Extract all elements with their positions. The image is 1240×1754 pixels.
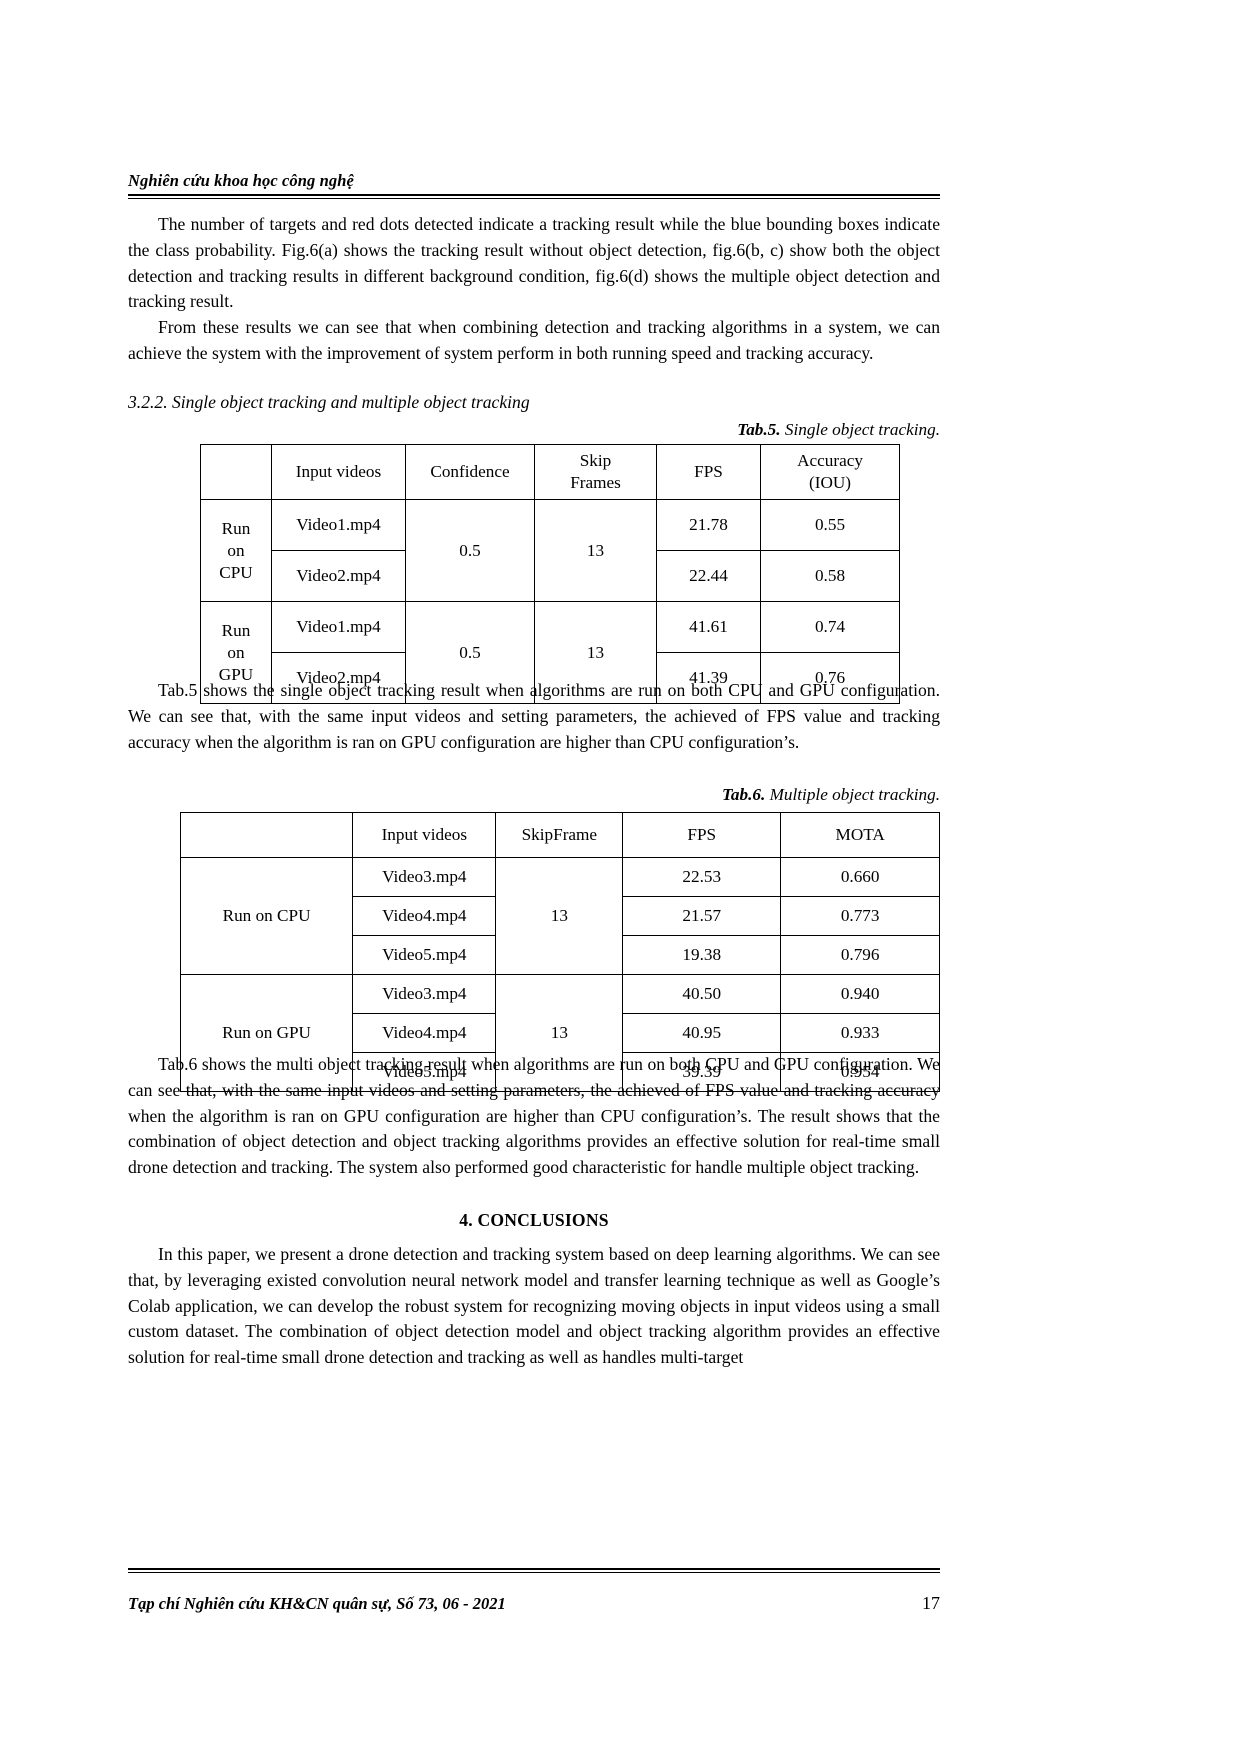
table5-group-cpu-line2: on [227, 540, 245, 560]
table5-caption-text: Single object tracking. [780, 420, 940, 439]
paragraph-3: Tab.5 shows the single object tracking r… [128, 680, 940, 752]
table6-cell-mota: 0.773 [780, 896, 940, 936]
table6-header-row: Input videos SkipFrame FPS MOTA [179, 812, 940, 858]
table6-header-fps: FPS [622, 812, 782, 858]
table5-header-accuracy: Accuracy (IOU) [760, 444, 900, 500]
table5-cell-video: Video1.mp4 [271, 499, 406, 551]
header-rule [128, 193, 940, 199]
running-head-text: Nghiên cứu khoa học công nghệ [128, 171, 354, 190]
table6-cell-skipframe: 13 [495, 857, 624, 975]
footer-page-number: 17 [922, 1593, 940, 1613]
table6-cell-mota: 0.660 [780, 857, 940, 897]
table6-header-skipframe: SkipFrame [495, 812, 624, 858]
table6-cell-mota: 0.796 [780, 935, 940, 975]
footer-rule [128, 1568, 940, 1573]
paragraph-4: Tab.6 shows the multi object tracking re… [128, 1054, 940, 1178]
table5-header-skip-frames: Skip Frames [534, 444, 657, 500]
table6-cell-video: Video3.mp4 [352, 974, 497, 1014]
table6-cell-mota: 0.933 [780, 1013, 940, 1053]
intro-paragraphs: The number of targets and red dots detec… [128, 212, 940, 367]
table5-caption-label: Tab.5. [737, 420, 781, 439]
table6-caption-label: Tab.6. [722, 785, 766, 804]
table5-cell-skip-frames: 13 [534, 499, 657, 602]
table5-cell-accuracy: 0.55 [760, 499, 900, 551]
table5-header-row: Input videos Confidence Skip Frames FPS … [200, 444, 900, 500]
table5-group-cpu-line1: Run [221, 518, 251, 538]
paragraph-1: The number of targets and red dots detec… [128, 214, 940, 312]
paragraph-5-block: In this paper, we present a drone detect… [128, 1242, 940, 1371]
table5-cell-confidence: 0.5 [405, 499, 535, 602]
table-row: Run on GPU Video1.mp4 0.5 13 41.61 0.74 [200, 601, 900, 704]
paragraph-4-block: Tab.6 shows the multi object tracking re… [128, 1052, 940, 1181]
table5-header-skip-line1: Skip [579, 451, 612, 470]
table6-cell-video: Video3.mp4 [352, 857, 497, 897]
table5-group-label-cpu: Run on CPU [200, 499, 272, 602]
table5-cell-accuracy: 0.74 [760, 601, 900, 653]
section-heading-322: 3.2.2. Single object tracking and multip… [128, 392, 530, 412]
table-multiple-object-tracking: Input videos SkipFrame FPS MOTA Run on C… [179, 812, 940, 1092]
table5-group-cpu-line3: CPU [219, 562, 253, 582]
table6-header-mota: MOTA [780, 812, 940, 858]
table6-cell-fps: 22.53 [622, 857, 782, 897]
table6-cell-video: Video4.mp4 [352, 1013, 497, 1053]
table6-cell-video: Video4.mp4 [352, 896, 497, 936]
footer-journal-line: Tạp chí Nghiên cứu KH&CN quân sự, Số 73,… [128, 1594, 506, 1613]
table5-header-corner [200, 444, 272, 500]
table5-group-gpu-line1: Run [221, 620, 251, 640]
table5-header-acc-line1: Accuracy [797, 451, 863, 470]
table-row: Run on CPU Video1.mp4 0.5 13 21.78 0.55 [200, 499, 900, 602]
table6-caption-text: Multiple object tracking. [765, 785, 940, 804]
page-footer: Tạp chí Nghiên cứu KH&CN quân sự, Số 73,… [128, 1593, 940, 1614]
table5-cell-fps: 22.44 [656, 550, 761, 602]
table6-cell-fps: 40.50 [622, 974, 782, 1014]
conclusions-heading: 4. CONCLUSIONS [459, 1210, 609, 1230]
table5-header-acc-line2: (IOU) [809, 473, 851, 492]
table5-cell-accuracy: 0.58 [760, 550, 900, 602]
table6-cell-mota: 0.940 [780, 974, 940, 1014]
table5-caption: Tab.5. Single object tracking. [128, 420, 940, 440]
table5-cell-video: Video2.mp4 [271, 550, 406, 602]
table5-header-confidence: Confidence [405, 444, 535, 500]
table5-header-input-videos: Input videos [271, 444, 406, 500]
paragraph-2: From these results we can see that when … [128, 317, 940, 363]
table-row: Run on CPU Video3.mp4 13 22.53 0.660 [179, 857, 940, 975]
paragraph-5: In this paper, we present a drone detect… [128, 1244, 940, 1368]
table5-header-skip-line2: Frames [570, 473, 621, 492]
table-single-object-tracking: Input videos Confidence Skip Frames FPS … [200, 444, 900, 704]
table5-cell-fps: 41.61 [656, 601, 761, 653]
running-head: Nghiên cứu khoa học công nghệ [128, 171, 940, 199]
table6-header-corner [179, 812, 354, 858]
table5-group-gpu-line2: on [227, 642, 245, 662]
paragraph-3-block: Tab.5 shows the single object tracking r… [128, 678, 940, 755]
table6-group-label-cpu: Run on CPU [179, 857, 354, 975]
table5-cell-video: Video1.mp4 [271, 601, 406, 653]
table6-cell-fps: 40.95 [622, 1013, 782, 1053]
table6-header-input-videos: Input videos [352, 812, 497, 858]
table5-header-fps: FPS [656, 444, 761, 500]
table-row: Run on GPU Video3.mp4 13 40.50 0.940 [179, 974, 940, 1092]
table6-caption: Tab.6. Multiple object tracking. [128, 785, 940, 805]
table6-cell-fps: 21.57 [622, 896, 782, 936]
table5-cell-fps: 21.78 [656, 499, 761, 551]
table6-cell-fps: 19.38 [622, 935, 782, 975]
document-page: Nghiên cứu khoa học công nghệ The number… [128, 0, 940, 1754]
table6-cell-video: Video5.mp4 [352, 935, 497, 975]
